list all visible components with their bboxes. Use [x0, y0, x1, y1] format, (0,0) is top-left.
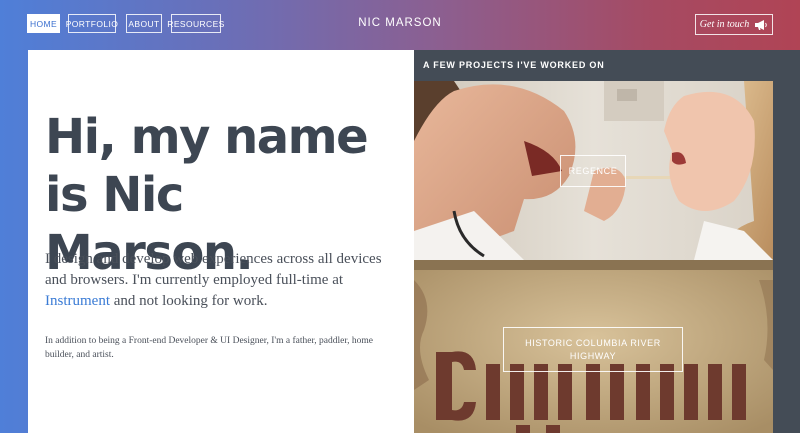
project-card-regence[interactable]: Regence: [414, 81, 773, 260]
intro-bio: In addition to being a Front-end Develop…: [45, 336, 373, 360]
megaphone-icon: [755, 19, 767, 30]
project-card-columbia-river[interactable]: Historic Columbia River Highway: [414, 260, 773, 433]
intro-lead-text-end: and not looking for work.: [110, 293, 268, 309]
instrument-link[interactable]: Instrument: [45, 293, 110, 309]
projects-panel: A few projects I've worked on: [414, 50, 800, 433]
get-in-touch-label: Get in touch: [699, 19, 750, 30]
project-label-columbia-river[interactable]: Historic Columbia River Highway: [503, 327, 683, 372]
intro-panel: Hi, my name is Nic Marson. I design and …: [28, 50, 414, 433]
projects-heading: A few projects I've worked on: [423, 60, 605, 70]
intro-lead-text: I design and develop web experiences acr…: [45, 251, 382, 288]
intro-lead: I design and develop web experiences acr…: [45, 249, 395, 312]
site-title[interactable]: Nic Marson: [0, 17, 800, 29]
top-nav: Home Portfolio About Resources Nic Marso…: [0, 0, 800, 48]
get-in-touch-button[interactable]: Get in touch: [695, 14, 773, 35]
project-label-regence[interactable]: Regence: [560, 155, 626, 187]
